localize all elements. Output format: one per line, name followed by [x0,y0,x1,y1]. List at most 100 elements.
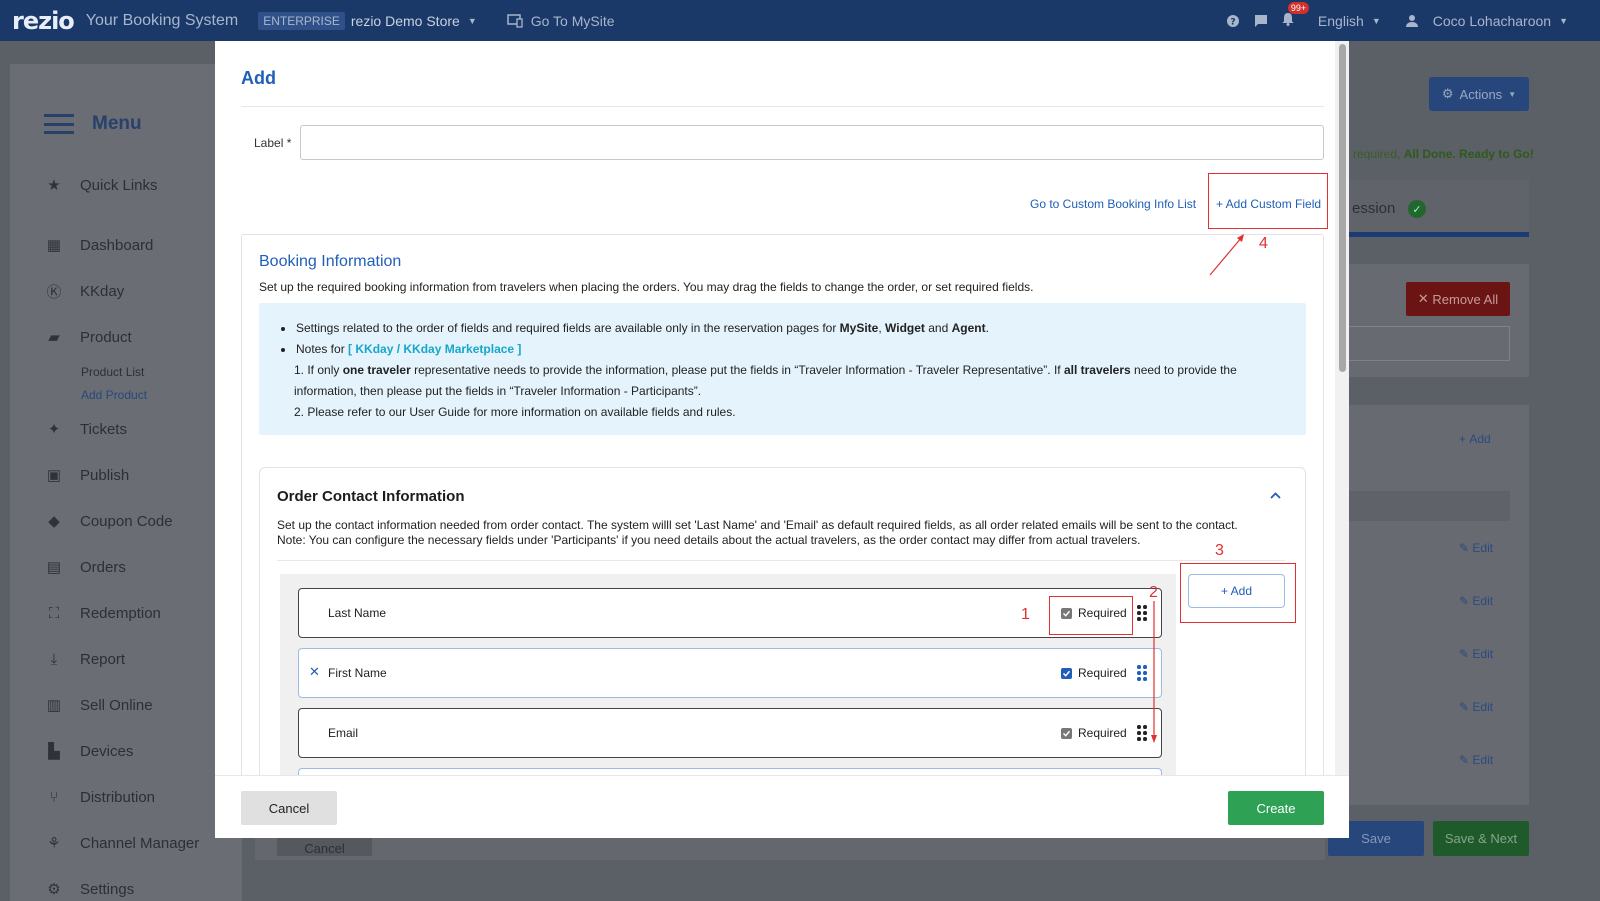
background-edit-link[interactable]: ✎ Edit [1459,594,1493,608]
sidebar-item-coupon-code[interactable]: ◆ Coupon Code [10,498,242,544]
custom-booking-info-list-link[interactable]: Go to Custom Booking Info List [1030,197,1196,211]
gear-icon: ⚙ [1441,86,1454,101]
remove-field-icon[interactable]: ✕ [309,664,320,680]
plus-icon: + [1459,432,1470,446]
chevron-down-icon: ▼ [1508,89,1517,99]
menu-title: Menu [92,113,142,134]
readiness-text: All Done. Ready to Go! [1403,147,1534,161]
sidebar-item-label: Settings [80,880,135,898]
order-contact-title: Order Contact Information [277,488,465,505]
monitor-icon [506,13,523,28]
pencil-icon: ✎ [1459,594,1473,608]
background-edit-link[interactable]: ✎ Edit [1459,700,1493,714]
help-icon[interactable]: ? [1226,14,1240,28]
sidebar-item-quick-links[interactable]: ★ Quick Links [10,162,242,208]
calendar-icon: ▣ [46,467,62,484]
sidebar-item-redemption[interactable]: ⛶ Redemption [10,590,242,636]
note-text: Notes for [296,342,349,356]
dashboard-icon: ▦ [46,237,62,254]
divider [277,560,1285,561]
sidebar-item-label: Publish [80,466,130,484]
chevron-down-icon[interactable]: ▼ [1372,16,1381,26]
actions-button[interactable]: ⚙ Actions ▼ [1429,77,1529,111]
booking-information-title: Booking Information [259,253,402,270]
remove-all-button[interactable]: ✕ Remove All [1406,282,1510,316]
language-selector[interactable]: English [1318,13,1364,29]
sidebar-item-tickets[interactable]: ✦ Tickets [10,406,242,452]
star-icon: ★ [47,177,61,194]
field-name: Email [328,726,359,740]
go-to-mysite-link[interactable]: Go To MySite [506,12,615,29]
drag-handle-icon[interactable] [1137,665,1147,681]
annotation-number-4: 4 [1259,235,1268,252]
sidebar-item-orders[interactable]: ▤ Orders [10,544,242,590]
modal-scrollbar[interactable] [1335,41,1349,775]
sidebar-item-label: Dashboard [80,236,154,254]
sidebar-item-sell-online[interactable]: ▥ Sell Online [10,682,242,728]
sidebar-item-devices[interactable]: ▙ Devices [10,728,242,774]
background-table-header [1349,491,1510,521]
chevron-down-icon[interactable]: ▼ [1559,16,1568,26]
sidebar-item-distribution[interactable]: ⑂ Distribution [10,774,242,820]
store-selector[interactable]: rezio Demo Store [351,13,460,29]
edit-label: Edit [1472,541,1494,555]
cancel-button[interactable]: Cancel [241,791,337,825]
sidebar-item-settings[interactable]: ⚙ Settings [10,866,242,901]
background-input[interactable] [1349,326,1510,361]
hamburger-icon[interactable] [44,114,74,134]
download-icon: ⤓ [50,650,58,668]
go-to-mysite-label: Go To MySite [530,12,615,29]
sidebar-sub-product-list[interactable]: Product List [10,360,242,383]
sidebar-item-publish[interactable]: ▣ Publish [10,452,242,498]
background-edit-link[interactable]: ✎ Edit [1459,541,1493,555]
order-contact-desc-line-2: Note: You can configure the necessary fi… [277,533,1141,547]
printer-icon: ▙ [48,743,60,760]
chevron-up-icon[interactable] [1270,490,1281,501]
annotation-box-custom-field [1208,173,1328,229]
annotation-number-2: 2 [1149,584,1158,601]
annotation-box-required [1049,596,1133,635]
background-save-next-button[interactable]: Save & Next [1433,821,1529,856]
background-edit-link[interactable]: ✎ Edit [1459,753,1493,767]
chat-icon[interactable] [1254,14,1268,28]
drag-handle-icon[interactable] [1137,605,1147,621]
note-text: . [985,321,989,335]
required-checkbox[interactable]: Required [1061,726,1127,740]
notification-bell[interactable]: 99+ [1282,2,1310,29]
background-cancel-button[interactable]: Cancel [277,836,372,856]
step-tab-session[interactable]: ession [1352,200,1395,217]
label-field-label: Label * [254,136,292,150]
field-row-email[interactable]: Email Required [298,708,1162,758]
sidebar-item-dashboard[interactable]: ▦ Dashboard [10,222,242,268]
sidebar-item-product[interactable]: ▰ Product [10,314,242,360]
field-row-next[interactable] [298,768,1162,775]
field-row-last-name[interactable]: Last Name Required [298,588,1162,638]
sidebar-item-kkday[interactable]: Ⓚ KKday [10,268,242,314]
booking-notes-box: Settings related to the order of fields … [259,303,1306,435]
sidebar-item-label: Orders [80,558,126,576]
rezio-logo[interactable]: rezio [12,7,75,35]
background-add-link[interactable]: + Add [1459,432,1491,446]
menu-header: Menu [10,64,242,152]
sidebar-item-report[interactable]: ⤓ Report [10,636,242,682]
sidebar-sub-add-product[interactable]: Add Product [10,383,242,406]
field-name: First Name [328,666,387,680]
drag-handle-icon[interactable] [1137,725,1147,741]
user-menu[interactable]: Coco Lohacharoon [1433,13,1551,29]
note-kkday: Notes for [ KKday / KKday Marketplace ] [280,342,521,356]
modal-body[interactable]: Add Label * Go to Custom Booking Info Li… [215,41,1335,775]
sidebar-item-channel-manager[interactable]: ⚘ Channel Manager [10,820,242,866]
chevron-down-icon[interactable]: ▼ [468,16,477,26]
background-edit-link[interactable]: ✎ Edit [1459,647,1493,661]
label-input[interactable] [300,125,1324,160]
close-icon: ✕ [1417,291,1433,306]
document-icon: ▤ [46,559,62,576]
required-checkbox[interactable]: Required [1061,666,1127,680]
create-button[interactable]: Create [1228,791,1324,825]
sidebar-item-label: Report [80,650,126,668]
ticket-icon: ✦ [47,421,61,438]
edit-label: Edit [1472,700,1494,714]
field-row-first-name[interactable]: ✕ First Name Required [298,648,1162,698]
notification-count-badge: 99+ [1287,2,1310,14]
scrollbar-thumb[interactable] [1339,44,1346,372]
